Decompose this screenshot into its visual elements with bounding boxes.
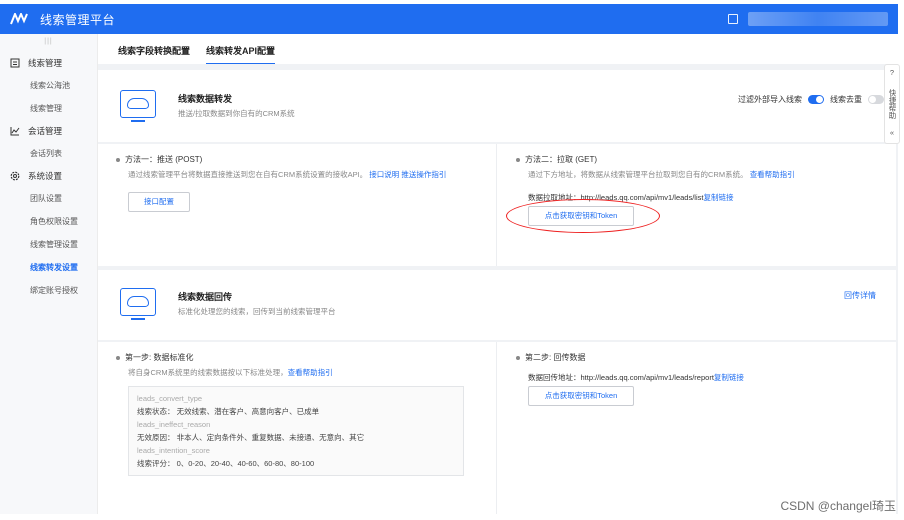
- field-value: 线索状态： 无效线索、潜在客户、高意向客户、已成单: [137, 407, 320, 416]
- copy-report-link[interactable]: 复制链接: [714, 373, 744, 382]
- help-circle-icon: ?: [889, 68, 895, 77]
- api-doc-link[interactable]: 接口说明: [369, 170, 399, 179]
- method2-desc: 通过下方地址，将数据从线索管理平台拉取到您自有的CRM系统。 查看帮助指引: [528, 170, 795, 179]
- callback-header-panel: 线索数据回传 标准化处理您的线索，回传到当前线索管理平台 回传详情: [98, 270, 896, 340]
- list-icon: [10, 58, 20, 68]
- step1-title: 第一步: 数据标准化: [116, 352, 193, 363]
- top-bar: 线索管理平台: [0, 4, 898, 34]
- method2-title: 方法二：拉取 (GET): [516, 154, 597, 165]
- quick-help-panel[interactable]: ? 快捷帮助 «: [884, 64, 900, 144]
- get-key-token-button-2[interactable]: 点击获取密钥和Token: [528, 386, 634, 406]
- sidebar-item-leads-pool[interactable]: 线索公海池: [0, 74, 97, 97]
- sidebar-item-leads-settings[interactable]: 线索管理设置: [0, 233, 97, 256]
- filter-row: 过滤外部导入线索 线索去重: [738, 94, 884, 105]
- field-key: leads_convert_type: [137, 394, 203, 403]
- collapse-chevron-icon: «: [889, 128, 895, 137]
- sidebar-item-roles[interactable]: 角色权限设置: [0, 210, 97, 233]
- method1-title: 方法一：推送 (POST): [116, 154, 202, 165]
- sidebar-item-team[interactable]: 团队设置: [0, 187, 97, 210]
- api-config-button[interactable]: 接口配置: [128, 192, 190, 212]
- field-key: leads_ineffect_reason: [137, 420, 211, 429]
- callback-detail-link[interactable]: 回传详情: [844, 290, 876, 301]
- steps-panel: 第一步: 数据标准化 将自身CRM系统里的线索数据按以下标准处理，查看帮助指引 …: [98, 342, 896, 514]
- sidebar-group-label: 系统设置: [28, 171, 63, 181]
- gear-icon: [10, 171, 20, 181]
- sidebar-group-label: 会话管理: [28, 126, 63, 136]
- filter-external-label: 过滤外部导入线索: [738, 95, 802, 104]
- dedup-toggle[interactable]: [868, 95, 884, 104]
- sidebar-group-label: 线索管理: [28, 58, 63, 68]
- forward-desc: 推送/拉取数据到你自有的CRM系统: [178, 109, 295, 118]
- help-guide-link[interactable]: 查看帮助指引: [750, 170, 795, 179]
- field-key: leads_intention_score: [137, 446, 210, 455]
- app-logo-icon: [10, 12, 32, 26]
- sidebar-item-session-list[interactable]: 会话列表: [0, 142, 97, 165]
- forward-header-panel: 线索数据转发 推送/拉取数据到你自有的CRM系统 过滤外部导入线索 线索去重: [98, 70, 896, 142]
- dedup-label: 线索去重: [830, 95, 862, 104]
- sidebar-collapse-handle[interactable]: |||: [0, 34, 97, 52]
- highlight-circle: [506, 199, 660, 233]
- tab-forward-api[interactable]: 线索转发API配置: [206, 44, 276, 65]
- field-value: 无效原因： 非本人、定向条件外、重复数据、未接通、无意向、其它: [137, 433, 365, 442]
- step2-title: 第二步: 回传数据: [516, 352, 585, 363]
- step1-help-link[interactable]: 查看帮助指引: [288, 368, 333, 377]
- watermark: CSDN @changel琦玉: [780, 499, 896, 513]
- methods-panel: 方法一：推送 (POST) 通过线索管理平台将数据直接推送到您在自有CRM系统设…: [98, 144, 896, 266]
- field-spec-box: leads_convert_type 线索状态： 无效线索、潜在客户、高意向客户…: [128, 386, 464, 476]
- main-content: 线索数据转发 推送/拉取数据到你自有的CRM系统 过滤外部导入线索 线索去重 方…: [98, 64, 898, 514]
- sidebar-item-bind-account[interactable]: 绑定账号授权: [0, 279, 97, 302]
- app-title: 线索管理平台: [40, 12, 116, 27]
- field-value: 线索评分： 0、0-20、20-40、40-60、60-80、80-100: [137, 459, 315, 468]
- push-guide-link[interactable]: 推送操作指引: [401, 170, 446, 179]
- chart-icon: [10, 126, 20, 136]
- cloud-monitor-icon: [120, 90, 156, 122]
- user-account-blurred[interactable]: [748, 12, 888, 26]
- forward-title: 线索数据转发: [178, 94, 233, 104]
- notification-icon[interactable]: [728, 14, 738, 24]
- cloud-monitor-icon: [120, 288, 156, 320]
- sidebar-group-leads[interactable]: 线索管理: [0, 52, 97, 74]
- tab-bar: 线索字段转换配置 线索转发API配置: [118, 44, 276, 65]
- sidebar-group-sessions[interactable]: 会话管理: [0, 120, 97, 142]
- tab-field-mapping[interactable]: 线索字段转换配置: [118, 44, 190, 65]
- callback-title: 线索数据回传: [178, 292, 233, 302]
- callback-desc: 标准化处理您的线索，回传到当前线索管理平台: [178, 307, 336, 316]
- sidebar-group-settings[interactable]: 系统设置: [0, 165, 97, 187]
- method1-desc: 通过线索管理平台将数据直接推送到您在自有CRM系统设置的接收API。 接口说明 …: [128, 170, 447, 179]
- sidebar: ||| 线索管理 线索公海池 线索管理 会话管理 会话列表 系统设置 团队设置 …: [0, 34, 98, 514]
- sidebar-item-leads-manage[interactable]: 线索管理: [0, 97, 97, 120]
- step1-desc: 将自身CRM系统里的线索数据按以下标准处理，查看帮助指引: [128, 368, 333, 377]
- quick-help-label: 快捷帮助: [888, 89, 897, 119]
- sidebar-item-forward-settings[interactable]: 线索转发设置: [0, 256, 97, 279]
- filter-external-toggle[interactable]: [808, 95, 824, 104]
- copy-pull-link[interactable]: 复制链接: [703, 193, 733, 202]
- report-address: 数据回传地址：http://leads.qq.com/api/mv1/leads…: [528, 373, 744, 382]
